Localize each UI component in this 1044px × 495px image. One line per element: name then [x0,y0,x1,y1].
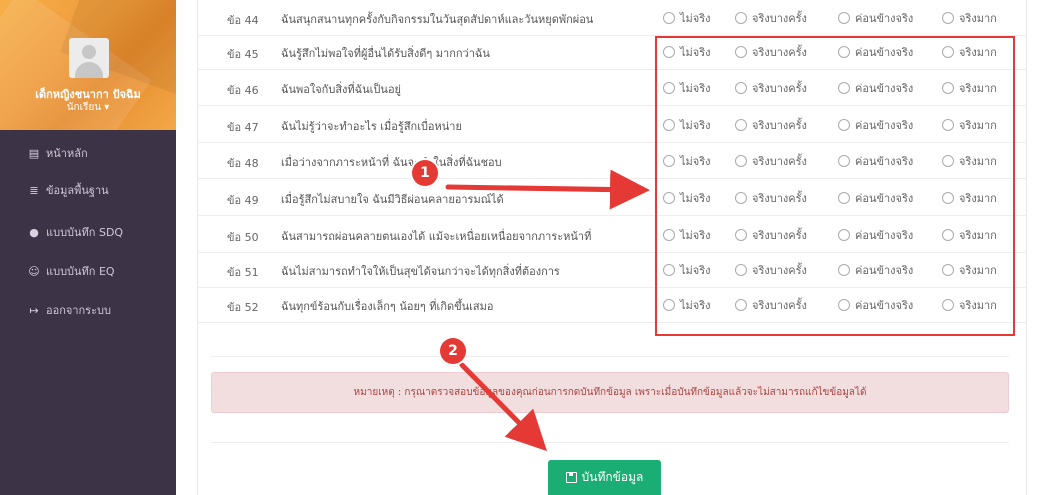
user-role-dropdown[interactable]: นักเรียน ▾ [0,100,176,115]
sidebar-item-basic-info[interactable]: ≣ ข้อมูลพื้นฐาน [0,174,176,206]
option-label: จริงบางครั้ง [752,12,807,25]
option-label: จริงมาก [959,12,997,25]
question-number: ข้อ 52 [227,301,259,314]
sidebar-item-label: หน้าหลัก [46,147,88,160]
question-number: ข้อ 45 [227,48,259,61]
question-number: ข้อ 51 [227,266,259,279]
divider [211,356,1009,357]
sidebar-item-label: ข้อมูลพื้นฐาน [46,184,109,197]
database-icon: ≣ [29,183,39,197]
radio-button[interactable] [838,12,850,24]
check-circle-icon: ● [29,225,39,239]
question-number: ข้อ 47 [227,121,259,134]
sidebar-item-label: ออกจากระบบ [46,304,111,317]
sidebar-item-logout[interactable]: ↦ ออกจากระบบ [0,294,176,326]
avatar[interactable] [69,38,109,78]
question-text: ฉันไม่รู้ว่าจะทำอะไร เมื่อรู้สึกเบื่อหน่… [281,120,462,133]
question-text: เมื่อรู้สึกไม่สบายใจ ฉันมีวิธีผ่อนคลายอา… [281,193,504,206]
question-row: ข้อ 44 ฉันสนุกสนานทุกครั้งกับกิจกรรมในวัน… [197,0,1027,36]
question-text: ฉันรู้สึกไม่พอใจที่ผู้อื่นได้รับสิ่งดีๆ … [281,47,490,60]
save-button-label: บันทึกข้อมูล [581,470,644,484]
sidebar-item-eq[interactable]: ☺ แบบบันทึก EQ [0,255,176,287]
question-number: ข้อ 48 [227,157,259,170]
sidebar-item-home[interactable]: ▤ หน้าหลัก [0,137,176,169]
answer-option[interactable]: จริงบางครั้ง [735,11,807,25]
floppy-disk-icon [565,472,577,483]
sidebar-item-label: แบบบันทึก EQ [46,265,115,278]
option-label: ค่อนข้างจริง [855,12,914,25]
question-text: ฉันสนุกสนานทุกครั้งกับกิจกรรมในวันสุดสัป… [281,13,594,26]
answer-option[interactable]: ไม่จริง [663,11,711,25]
warning-note: หมายเหตุ : กรุณาตรวจสอบข้อมูลของคุณก่อนก… [211,372,1009,413]
user-profile-panel: เด็กหญิงชนากา ปัจฉิม นักเรียน ▾ [0,0,176,130]
dashboard-icon: ▤ [28,146,40,160]
sidebar-item-sdq[interactable]: ● แบบบันทึก SDQ [0,216,176,248]
option-label: ไม่จริง [680,12,711,25]
save-button[interactable]: บันทึกข้อมูล [548,460,661,495]
divider [211,442,1009,443]
annotation-badge-2: 2 [440,338,466,364]
answer-option[interactable]: ค่อนข้างจริง [838,11,913,25]
question-text: ฉันสามารถผ่อนคลายตนเองได้ แม้จะเหนื่อยเห… [281,230,592,243]
annotation-badge-1: 1 [412,160,438,186]
radio-button[interactable] [942,12,954,24]
question-number: ข้อ 50 [227,231,259,244]
question-text: ฉันทุกข์ร้อนกับเรื่องเล็กๆ น้อยๆ ที่เกิด… [281,300,494,313]
answer-option[interactable]: จริงมาก [942,11,997,25]
sidebar: เด็กหญิงชนากา ปัจฉิม นักเรียน ▾ ▤ หน้าหล… [0,0,176,495]
question-number: ข้อ 44 [227,14,259,27]
radio-button[interactable] [735,12,747,24]
radio-button[interactable] [663,12,675,24]
question-number: ข้อ 46 [227,84,259,97]
question-text: ฉันพอใจกับสิ่งที่ฉันเป็นอยู่ [281,83,401,96]
sidebar-item-label: แบบบันทึก SDQ [46,226,124,239]
question-text: ฉันไม่สามารถทำใจให้เป็นสุขได้จนกว่าจะได้… [281,265,560,278]
sign-out-icon: ↦ [29,303,39,317]
question-text: เมื่อว่างจากภาระหน้าที่ ฉันจะทำในสิ่งที่… [281,156,502,169]
smile-icon: ☺ [28,264,40,278]
highlight-box [655,36,1015,336]
question-number: ข้อ 49 [227,194,259,207]
